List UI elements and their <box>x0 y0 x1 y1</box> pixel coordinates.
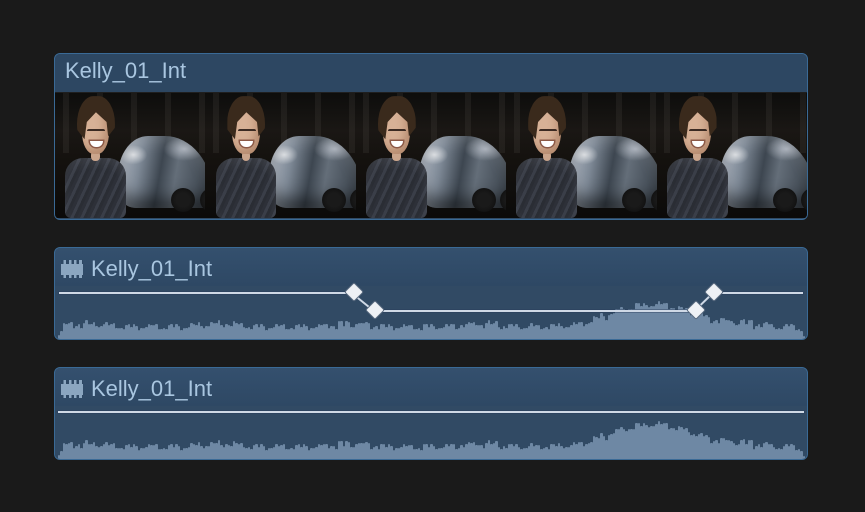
audio-clip-a[interactable]: Kelly_01_Int <box>54 247 808 340</box>
audio-clip-b-level-line[interactable] <box>58 411 804 413</box>
filmstrip-frame <box>356 93 506 218</box>
audio-clip-a-waveform-area[interactable] <box>55 286 807 339</box>
video-clip[interactable]: Kelly_01_Int <box>54 53 808 220</box>
audio-clip-a-title-bar: Kelly_01_Int <box>55 248 807 286</box>
filmstrip-frame <box>55 93 205 218</box>
video-filmstrip <box>55 92 807 218</box>
timeline-tracks: Kelly_01_Int Kelly_01_Int Kelly_01_Int <box>54 53 808 460</box>
audio-clip-b-title-bar: Kelly_01_Int <box>55 368 807 406</box>
filmstrip-frame <box>506 93 656 218</box>
video-clip-title-bar: Kelly_01_Int <box>55 54 807 92</box>
audio-clip-a-title: Kelly_01_Int <box>91 256 212 282</box>
film-icon <box>61 260 83 278</box>
audio-clip-b-title: Kelly_01_Int <box>91 376 212 402</box>
film-icon <box>61 380 83 398</box>
filmstrip-frame <box>657 93 807 218</box>
audio-clip-b[interactable]: Kelly_01_Int <box>54 367 808 460</box>
audio-clip-b-waveform-area[interactable] <box>55 406 807 459</box>
filmstrip-frame <box>205 93 355 218</box>
audio-clip-b-waveform <box>55 406 807 459</box>
video-clip-title: Kelly_01_Int <box>65 58 186 83</box>
